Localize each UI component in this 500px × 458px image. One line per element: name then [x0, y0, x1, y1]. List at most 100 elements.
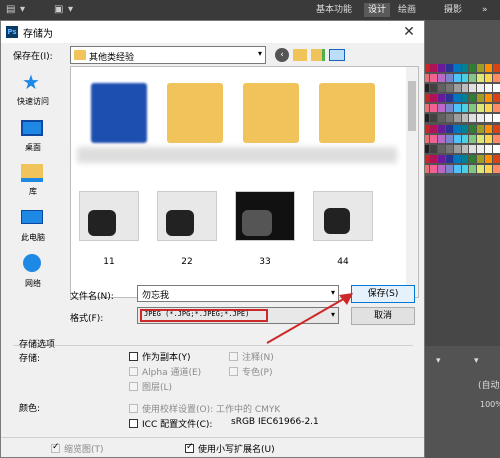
color-swatch[interactable] [429, 144, 437, 153]
color-swatch[interactable] [477, 104, 485, 113]
color-swatch[interactable] [453, 164, 461, 173]
color-swatch[interactable] [477, 84, 485, 93]
color-swatch[interactable] [493, 134, 500, 143]
color-swatch[interactable] [469, 74, 477, 83]
color-swatch[interactable] [493, 114, 500, 123]
color-swatch[interactable] [469, 154, 477, 163]
color-swatch[interactable] [461, 124, 469, 133]
color-swatch[interactable] [461, 104, 469, 113]
color-swatch[interactable] [437, 154, 445, 163]
color-swatch[interactable] [437, 144, 445, 153]
color-swatch[interactable] [445, 64, 453, 72]
color-swatch[interactable] [461, 154, 469, 163]
color-swatch[interactable] [461, 164, 469, 173]
color-swatch[interactable] [469, 134, 477, 143]
color-swatch[interactable] [429, 134, 437, 143]
color-swatch[interactable] [461, 144, 469, 153]
icc-profile-checkbox[interactable] [129, 419, 138, 428]
color-swatch[interactable] [477, 144, 485, 153]
tool-preset-icon[interactable]: ▤ [6, 3, 15, 17]
color-swatch[interactable] [445, 94, 453, 103]
color-swatch[interactable] [469, 84, 477, 93]
network-icon[interactable] [23, 254, 41, 272]
color-swatch[interactable] [429, 124, 437, 133]
color-swatch[interactable] [477, 164, 485, 173]
nav-this-pc[interactable]: 此电脑 [7, 232, 59, 243]
arrange-dropdown-icon[interactable]: ▾ [68, 3, 73, 17]
color-swatch[interactable] [493, 124, 500, 133]
star-icon[interactable]: ★ [19, 72, 43, 92]
desktop-icon[interactable] [21, 120, 43, 136]
nav-quick-access[interactable]: 快速访问 [7, 96, 59, 107]
close-button[interactable]: ✕ [399, 23, 419, 41]
color-swatch[interactable] [437, 134, 445, 143]
color-swatch[interactable] [461, 134, 469, 143]
color-swatch[interactable] [469, 144, 477, 153]
folder-item[interactable] [243, 77, 301, 147]
view-menu-icon[interactable] [329, 49, 345, 61]
color-swatch[interactable] [453, 64, 461, 72]
color-swatch[interactable] [469, 164, 477, 173]
color-swatch[interactable] [429, 64, 437, 72]
color-swatch[interactable] [453, 104, 461, 113]
image-thumbnail[interactable] [313, 191, 373, 241]
color-swatch[interactable] [477, 124, 485, 133]
panel-dropdown[interactable]: ▾ [474, 356, 479, 366]
color-swatch[interactable] [493, 64, 500, 72]
spot-colors-checkbox[interactable] [229, 367, 238, 376]
nav-library[interactable]: 库 [7, 186, 59, 197]
color-swatch[interactable] [453, 114, 461, 123]
color-swatch[interactable] [469, 104, 477, 113]
image-thumbnail[interactable] [235, 191, 295, 241]
color-swatch[interactable] [429, 84, 437, 93]
workspace-photography[interactable]: 摄影 [440, 3, 466, 17]
nav-network[interactable]: 网络 [7, 278, 59, 289]
color-swatch[interactable] [485, 84, 493, 93]
color-swatch[interactable] [429, 104, 437, 113]
color-swatch[interactable] [429, 114, 437, 123]
layers-checkbox[interactable] [129, 382, 138, 391]
color-swatch[interactable] [485, 134, 493, 143]
color-swatch[interactable] [453, 124, 461, 133]
save-in-combo[interactable]: 其他类经验 ▾ [70, 46, 266, 64]
arrange-icon[interactable]: ▣ [54, 3, 63, 17]
color-swatch[interactable] [445, 134, 453, 143]
color-swatch[interactable] [429, 74, 437, 83]
color-swatch[interactable] [429, 94, 437, 103]
back-icon[interactable]: ‹ [275, 48, 289, 62]
folder-item[interactable] [91, 77, 149, 147]
color-swatch[interactable] [437, 74, 445, 83]
color-swatch[interactable] [469, 94, 477, 103]
color-swatch[interactable] [493, 164, 500, 173]
color-swatch[interactable] [477, 114, 485, 123]
color-swatch[interactable] [453, 154, 461, 163]
color-swatch[interactable] [437, 114, 445, 123]
tool-dropdown-icon[interactable]: ▾ [20, 3, 25, 17]
workspace-design[interactable]: 设计 [364, 3, 391, 17]
color-swatch[interactable] [453, 74, 461, 83]
color-swatch[interactable] [485, 104, 493, 113]
color-swatch[interactable] [453, 94, 461, 103]
color-swatch[interactable] [485, 114, 493, 123]
panel-dropdown[interactable]: ▾ [436, 356, 441, 366]
color-swatch[interactable] [445, 84, 453, 93]
color-swatch[interactable] [429, 154, 437, 163]
color-swatch[interactable] [469, 124, 477, 133]
color-swatch[interactable] [453, 84, 461, 93]
color-swatch[interactable] [485, 64, 493, 72]
new-folder-icon[interactable] [311, 49, 325, 61]
workspace-more[interactable]: » [478, 3, 492, 17]
color-swatch[interactable] [461, 94, 469, 103]
color-swatch[interactable] [445, 104, 453, 113]
annotations-checkbox[interactable] [229, 352, 238, 361]
color-swatch[interactable] [493, 154, 500, 163]
color-swatch[interactable] [445, 124, 453, 133]
color-swatch[interactable] [445, 154, 453, 163]
color-swatch[interactable] [477, 134, 485, 143]
folder-item[interactable] [167, 77, 225, 147]
library-icon[interactable] [21, 164, 43, 182]
color-swatch[interactable] [493, 104, 500, 113]
color-swatch[interactable] [485, 94, 493, 103]
thumbnail-checkbox[interactable] [51, 442, 60, 453]
color-swatch[interactable] [429, 164, 437, 173]
